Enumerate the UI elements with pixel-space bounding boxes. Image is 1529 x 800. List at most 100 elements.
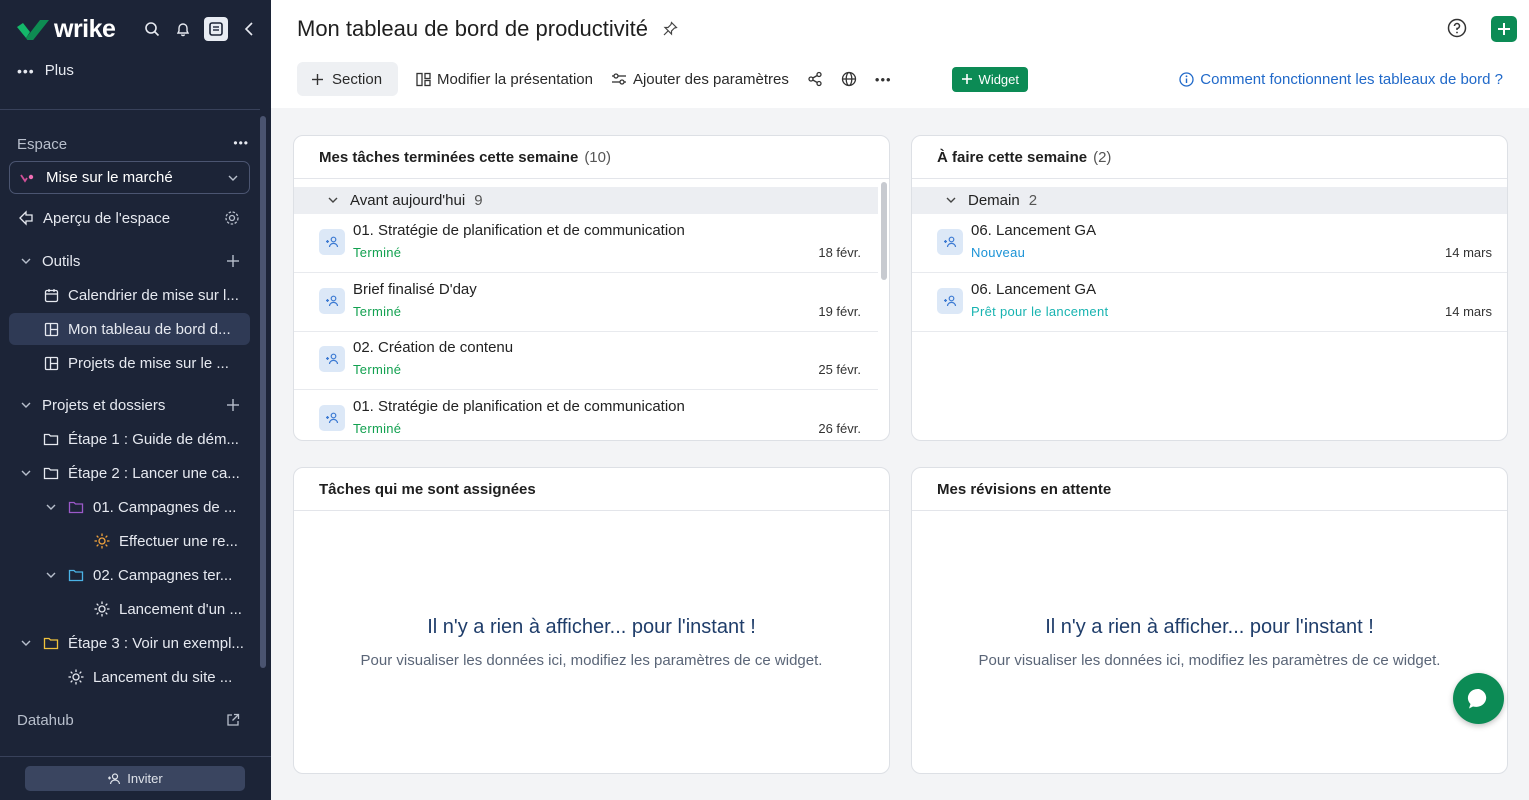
chevron-down-icon[interactable] [17,402,35,409]
add-project-icon[interactable] [226,398,240,412]
sidebar-item-gtm-projects[interactable]: Projets de mise sur le ... [9,347,250,379]
sidebar-item-step2[interactable]: Étape 2 : Lancer une ca... [9,457,250,489]
sidebar-item-tools[interactable]: Outils [9,245,250,277]
help-icon[interactable] [1447,18,1467,38]
dashboard-icon [42,320,60,338]
sidebar-item-campaigns-02[interactable]: 02. Campagnes ter... [9,559,250,591]
assign-user-icon[interactable] [319,288,345,314]
dashboard-help-link[interactable]: Comment fonctionnent les tableaux de bor… [1179,71,1503,88]
sidebar-item-label: Calendrier de mise sur l... [68,286,239,304]
task-sun-icon [93,532,111,550]
external-link-icon[interactable] [226,713,240,727]
invite-button[interactable]: Inviter [25,766,245,791]
task-status: Prêt pour le lancement [971,304,1109,319]
share-icon[interactable] [807,71,823,87]
chevron-down-icon [328,197,338,203]
assign-user-icon[interactable] [319,405,345,431]
add-tool-icon[interactable] [226,254,240,268]
widget-title-text: À faire cette semaine [937,149,1088,166]
pin-icon[interactable] [662,21,678,37]
assign-user-icon[interactable] [937,288,963,314]
sidebar-item-label: Lancement d'un ... [119,600,242,618]
task-date: 25 févr. [818,362,861,377]
add-parameters-label: Ajouter des paramètres [632,70,789,88]
sidebar-item-task-lancement[interactable]: Lancement d'un ... [9,593,250,625]
task-date: 14 mars [1445,304,1492,319]
info-icon [1179,71,1194,87]
task-status: Nouveau [971,245,1026,260]
sidebar-item-step3[interactable]: Étape 3 : Voir un exempl... [9,627,250,659]
chevron-down-icon[interactable] [17,470,35,477]
sidebar: wrike ••• Plus Espace ••• Mise sur le ma… [0,0,271,800]
empty-state-title: Il n'y a rien à afficher... pour l'insta… [427,616,756,638]
space-label: Espace [17,136,68,153]
task-row[interactable]: Brief finalisé D'day Terminé 19 févr. [294,274,878,332]
chat-support-button[interactable] [1453,673,1504,724]
more-options-icon[interactable]: ••• [875,72,892,87]
chevron-down-icon[interactable] [17,258,35,265]
group-count: 9 [474,192,483,209]
sidebar-item-datahub[interactable]: Datahub [9,704,250,736]
space-selector[interactable]: Mise sur le marché [9,161,250,194]
empty-state-subtitle: Pour visualiser les données ici, modifie… [978,652,1441,669]
add-widget-button[interactable]: Widget [951,66,1029,92]
wrike-logo[interactable]: wrike [16,15,116,44]
divider [912,510,1507,511]
assign-user-icon[interactable] [319,229,345,255]
help-link-label: Comment fonctionnent les tableaux de bor… [1200,70,1503,88]
space-options-icon[interactable]: ••• [233,136,249,153]
chevron-down-icon[interactable] [42,572,60,579]
task-date: 26 févr. [818,421,861,436]
sidebar-item-task-effectuer[interactable]: Effectuer une re... [9,525,250,557]
task-status: Terminé [353,421,402,436]
space-logo-icon [20,174,34,183]
group-header[interactable]: Avant aujourd'hui 9 [294,187,878,214]
widget-todo-week: À faire cette semaine (2) Demain 2 06. La… [911,135,1508,441]
group-header[interactable]: Demain 2 [912,187,1507,214]
sidebar-item-dashboard[interactable]: Mon tableau de bord d... [9,313,250,345]
chevron-down-icon[interactable] [17,640,35,647]
folder-icon [42,464,60,482]
sidebar-item-label: 02. Campagnes ter... [93,566,233,584]
sidebar-item-space-overview[interactable]: Aperçu de l'espace [9,202,250,234]
widget-count: (2) [1093,149,1112,166]
bell-icon[interactable] [173,19,193,39]
chat-icon [1467,688,1486,708]
task-row[interactable]: 06. Lancement GA Prêt pour le lancement … [912,274,1507,332]
collapse-sidebar-icon[interactable] [239,19,259,39]
sidebar-item-site-launch[interactable]: Lancement du site ... [9,661,250,693]
dashboard-icon [42,354,60,372]
empty-state-subtitle: Pour visualiser les données ici, modifie… [360,652,823,669]
task-row[interactable]: 06. Lancement GA Nouveau 14 mars [912,215,1507,273]
assign-user-icon[interactable] [319,346,345,372]
task-name: 01. Stratégie de planification et de com… [353,222,685,239]
sidebar-item-campaigns-01[interactable]: 01. Campagnes de ... [9,491,250,523]
sidebar-scrollbar[interactable] [260,116,266,668]
chevron-down-icon[interactable] [42,504,60,511]
wrike-check-icon [17,20,49,40]
edit-layout-button[interactable]: Modifier la présentation [416,71,593,88]
chevron-down-icon [946,197,956,203]
gear-icon[interactable] [224,210,240,226]
sidebar-item-calendar[interactable]: Calendrier de mise sur l... [9,279,250,311]
task-status: Terminé [353,304,402,319]
sidebar-item-step1[interactable]: Étape 1 : Guide de dém... [9,423,250,455]
search-icon[interactable] [142,19,162,39]
sidebar-item-projects-folders[interactable]: Projets et dossiers [9,389,250,421]
add-section-button[interactable]: Section [297,62,399,96]
group-count: 2 [1028,192,1038,209]
section-label: Section [332,70,383,88]
task-row[interactable]: 01. Stratégie de planification et de com… [294,215,878,273]
edit-layout-label: Modifier la présentation [437,70,593,88]
inbox-icon[interactable] [204,17,228,41]
widget-scrollbar[interactable] [881,182,887,280]
assign-user-icon[interactable] [937,229,963,255]
more-menu[interactable]: ••• Plus [17,62,74,79]
create-new-button[interactable] [1491,16,1517,42]
task-row[interactable]: 02. Création de contenu Terminé 25 févr. [294,332,878,390]
add-parameters-button[interactable]: Ajouter des paramètres [611,71,789,88]
sidebar-item-label: Mon tableau de bord d... [68,320,231,338]
task-row[interactable]: 01. Stratégie de planification et de com… [294,391,878,440]
page-title-text: Mon tableau de bord de productivité [297,16,649,41]
globe-icon[interactable] [841,71,857,87]
